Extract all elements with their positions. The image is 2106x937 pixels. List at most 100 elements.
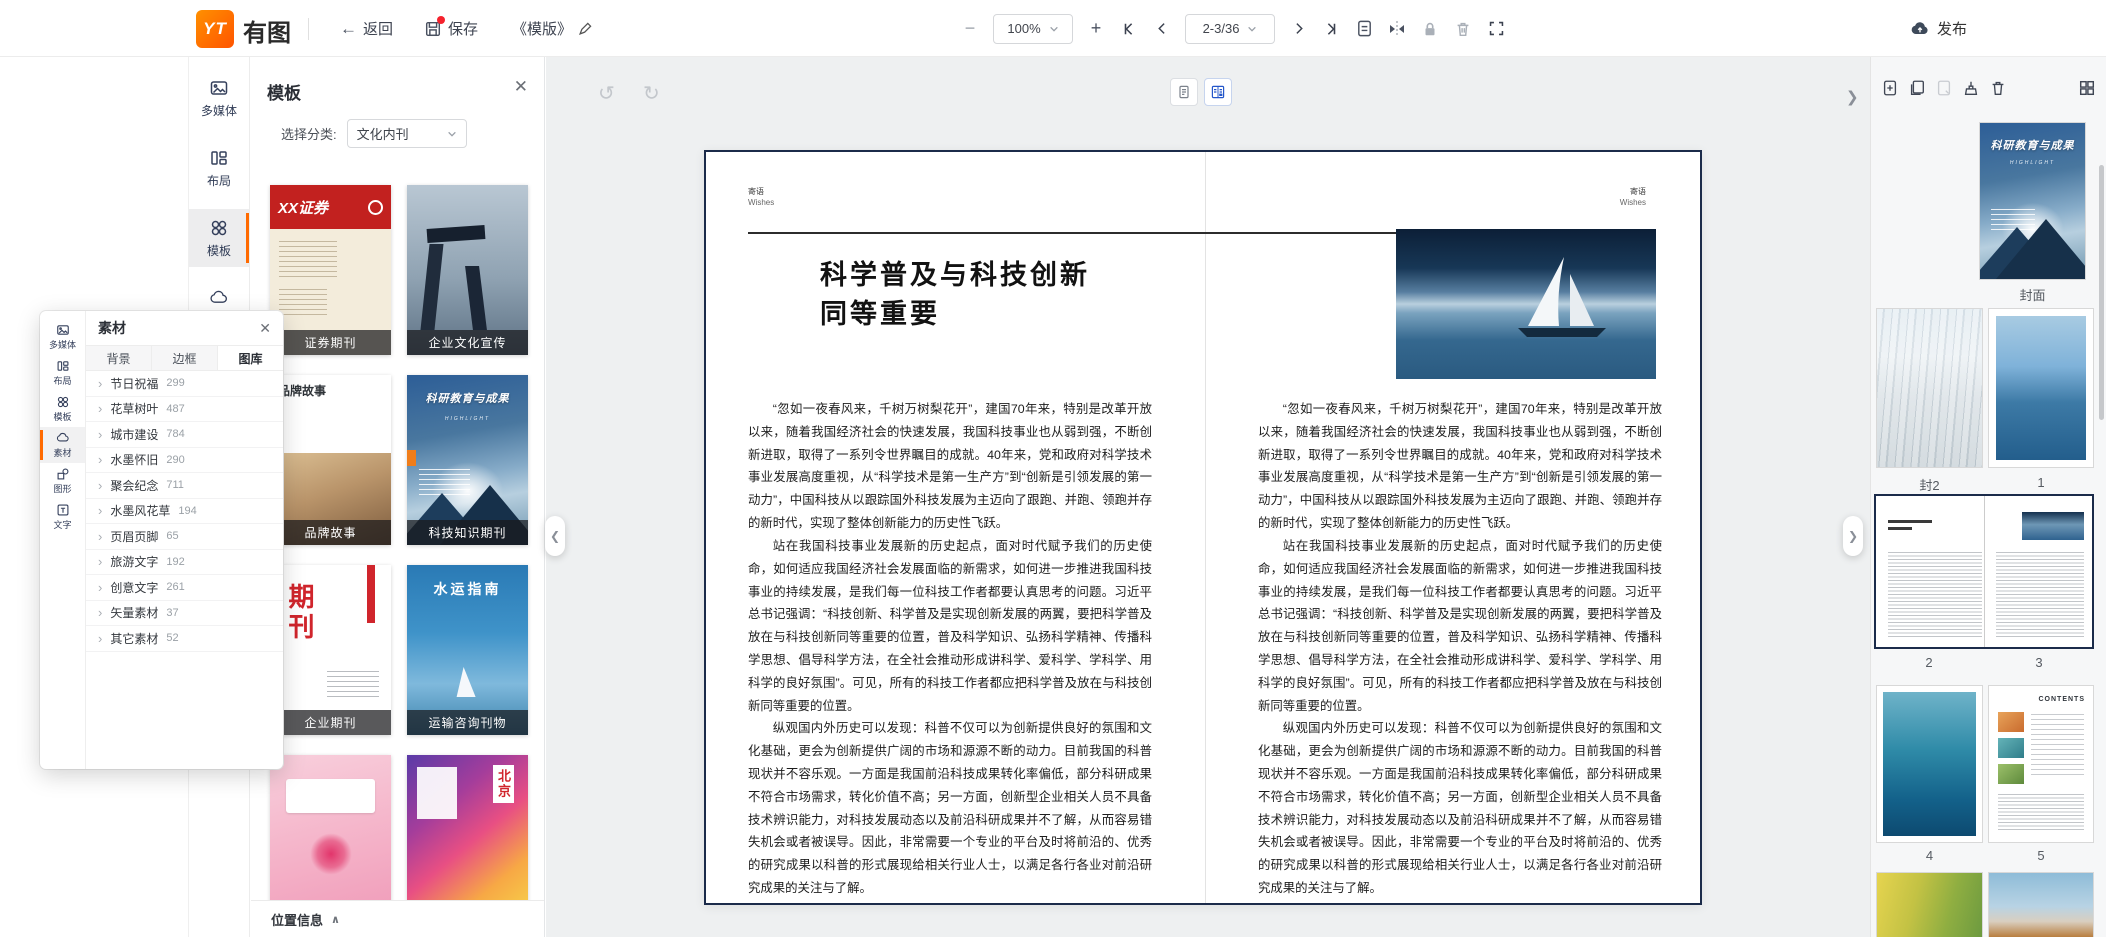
delete-page-icon[interactable] (1989, 79, 2007, 97)
spread-view-button[interactable] (1204, 78, 1232, 106)
page-thumb-label[interactable]: 封2 (1876, 475, 1983, 494)
category-name: 城市建设 (110, 426, 158, 443)
document-spread[interactable]: 寄语 Wishes 寄语 Wishes 科学普及与科技创新 同等重要 “忽如一夜… (704, 150, 1702, 905)
document-title[interactable]: 《模版》 (512, 0, 592, 57)
edit-pencil-icon[interactable] (578, 22, 592, 36)
zoom-in-button[interactable]: + (1086, 19, 1106, 39)
rail-item-shapes[interactable]: 图形 (40, 463, 85, 499)
close-icon[interactable]: ✕ (514, 77, 528, 97)
next-page-button[interactable] (1288, 19, 1308, 39)
back-button[interactable]: ← 返回 (340, 0, 393, 57)
publish-button[interactable]: 发布 (1910, 0, 1967, 57)
assets-window-rail: 多媒体 布局 模板 素材 图形 文字 (40, 311, 86, 769)
position-info-toggle[interactable]: 位置信息 ∧ (251, 900, 544, 937)
page-thumb-label[interactable]: 5 (1988, 848, 2094, 863)
template-card-science[interactable]: 科研教育与成果 HIGHLIGHT 科技知识期刊 (407, 375, 528, 545)
page-thumb-inside-cover[interactable] (1876, 308, 1983, 468)
asset-category-row[interactable]: ›聚会纪念711 (86, 473, 283, 499)
page-select[interactable]: 2-3/36 (1185, 14, 1275, 44)
prev-page-button[interactable] (1152, 19, 1172, 39)
chevron-right-icon: › (98, 605, 102, 620)
template-card-brand[interactable]: 品牌故事 品牌故事 (270, 375, 391, 545)
body-text-right[interactable]: “忽如一夜春风来，千树万树梨花开”，建国70年来，特别是改革开放以来，随着我国经… (1258, 398, 1662, 900)
page-thumb-label[interactable]: 2 (1874, 655, 1984, 670)
rail-item-media[interactable]: 多媒体 (189, 69, 249, 127)
asset-category-row[interactable]: ›页眉页脚65 (86, 524, 283, 550)
asset-category-row[interactable]: ›旅游文字192 (86, 550, 283, 576)
asset-category-list: ›节日祝福299 ›花草树叶487 ›城市建设784 ›水墨怀旧290 ›聚会纪… (86, 371, 283, 769)
page-thumb-6[interactable] (1876, 872, 1983, 937)
collapse-right-panel-button[interactable]: ❯ (1843, 516, 1863, 556)
category-count: 65 (166, 530, 178, 542)
asset-category-row[interactable]: ›其它素材52 (86, 626, 283, 652)
add-page-icon[interactable] (1881, 79, 1899, 97)
page-thumb-1[interactable] (1988, 308, 2094, 468)
rail-label: 文字 (53, 518, 71, 531)
zoom-select[interactable]: 100% (993, 14, 1073, 44)
clear-page-icon[interactable] (1962, 79, 1980, 97)
duplicate-page-icon[interactable] (1908, 79, 1926, 97)
collapse-left-panel-button[interactable]: ❮ (545, 516, 565, 556)
fullscreen-icon[interactable] (1486, 19, 1506, 39)
grid-view-icon[interactable] (2078, 79, 2096, 97)
rail-item-assets[interactable]: 素材 (40, 427, 85, 463)
page-thumb-5-contents[interactable]: CONTENTS (1988, 685, 2094, 843)
editor-canvas[interactable]: ↺ ↻ 寄语 Wishes 寄语 Wishes 科学普及与科技创新 同等重要 (546, 57, 1870, 937)
ocean-photo (1996, 316, 2086, 460)
asset-category-row[interactable]: ›水墨风花草194 (86, 499, 283, 525)
save-button[interactable]: 保存 (424, 0, 478, 57)
expand-pages-panel-button[interactable]: ❯ (1846, 88, 1859, 106)
page-thumb-spread-2-3-selected[interactable] (1874, 494, 2094, 649)
rail-item-layout[interactable]: 布局 (189, 139, 249, 197)
template-card-journal[interactable]: 期刊 企业期刊 (270, 565, 391, 735)
assets-floating-window: 多媒体 布局 模板 素材 图形 文字 素材 ✕ 背景 边框 (40, 311, 283, 769)
page-thumb-4[interactable] (1876, 685, 1983, 843)
first-page-button[interactable] (1119, 19, 1139, 39)
asset-category-row[interactable]: ›创意文字261 (86, 575, 283, 601)
template-card-securities[interactable]: XX证券 证券期刊 (270, 185, 391, 355)
rail-item-templates[interactable]: 模板 (189, 209, 249, 267)
sailboat-image[interactable] (1396, 229, 1656, 379)
asset-category-row[interactable]: ›城市建设784 (86, 422, 283, 448)
cover-title: 科研教育与成果 (407, 390, 528, 406)
paste-page-icon[interactable] (1935, 79, 1953, 97)
page-thumb-label[interactable]: 3 (1984, 655, 2094, 670)
page-thumb-7[interactable] (1988, 872, 2094, 937)
tab-backgrounds[interactable]: 背景 (86, 346, 152, 370)
app-logo[interactable]: YT (196, 10, 234, 48)
redo-icon[interactable]: ↻ (643, 81, 660, 106)
template-card-label: 企业文化宣传 (407, 330, 528, 355)
asset-category-row[interactable]: ›矢量素材37 (86, 601, 283, 627)
tab-gallery[interactable]: 图库 (218, 346, 283, 370)
mirror-flip-icon[interactable] (1387, 19, 1407, 39)
rail-item-layout[interactable]: 布局 (40, 355, 85, 391)
delete-trash-icon[interactable] (1453, 19, 1473, 39)
single-page-view-button[interactable] (1170, 78, 1198, 106)
article-title[interactable]: 科学普及与科技创新 同等重要 (820, 256, 1090, 334)
rail-item-templates[interactable]: 模板 (40, 391, 85, 427)
category-select[interactable]: 文化内刊 (347, 119, 467, 148)
page-overview-icon[interactable] (1354, 19, 1374, 39)
zoom-out-button[interactable]: − (960, 19, 980, 39)
page-thumb-label[interactable]: 1 (1988, 475, 2094, 490)
lock-icon[interactable] (1420, 19, 1440, 39)
rail-item-text[interactable]: 文字 (40, 499, 85, 535)
asset-category-row[interactable]: ›水墨怀旧290 (86, 448, 283, 474)
shapes-icon (56, 467, 70, 481)
pages-scrollbar[interactable] (2099, 165, 2104, 420)
tab-borders[interactable]: 边框 (152, 346, 218, 370)
body-text-left[interactable]: “忽如一夜春风来，千树万树梨花开”，建国70年来，特别是改革开放以来，随着我国经… (748, 398, 1152, 900)
asset-category-row[interactable]: ›花草树叶487 (86, 397, 283, 423)
page-thumb-cover[interactable]: 科研教育与成果 HIGHLIGHT (1979, 122, 2086, 280)
template-card-shipping[interactable]: 水运指南 运输咨询刊物 (407, 565, 528, 735)
asset-category-row[interactable]: ›节日祝福299 (86, 371, 283, 397)
page-thumb-label[interactable]: 封面 (1979, 285, 2086, 304)
close-icon[interactable]: ✕ (259, 320, 271, 337)
template-card-corporate[interactable]: 企业文化宣传 (407, 185, 528, 355)
rail-item-media[interactable]: 多媒体 (40, 319, 85, 355)
page-header-right[interactable]: 寄语 Wishes (1620, 186, 1646, 208)
page-thumb-label[interactable]: 4 (1876, 848, 1983, 863)
undo-icon[interactable]: ↺ (598, 81, 615, 106)
last-page-button[interactable] (1321, 19, 1341, 39)
page-header-left[interactable]: 寄语 Wishes (748, 186, 774, 208)
